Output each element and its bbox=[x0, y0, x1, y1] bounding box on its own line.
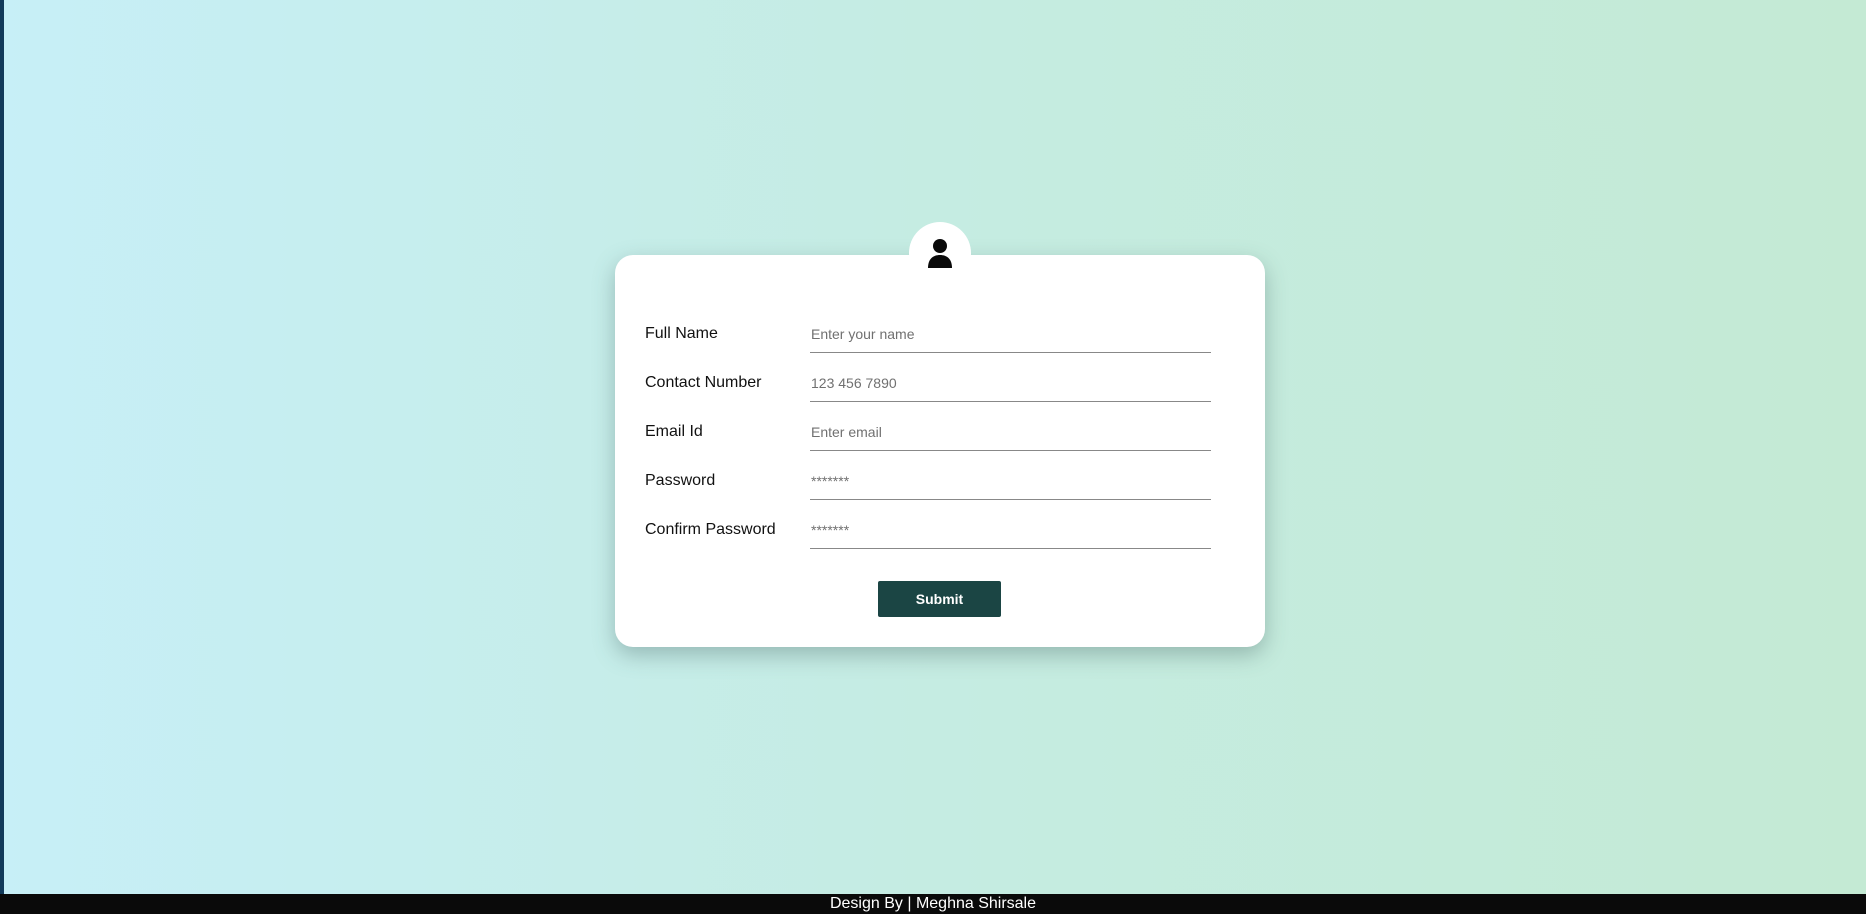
contact-number-input[interactable] bbox=[810, 364, 1211, 402]
password-label: Password bbox=[645, 472, 716, 489]
left-edge-strip bbox=[0, 0, 4, 914]
registration-form: Full Name Contact Number Email Id Passwo… bbox=[645, 315, 1211, 560]
confirm-password-row: Confirm Password bbox=[645, 511, 1211, 560]
confirm-password-label: Confirm Password bbox=[645, 521, 776, 538]
email-input[interactable] bbox=[810, 413, 1211, 451]
contact-number-row: Contact Number bbox=[645, 364, 1211, 413]
footer: Design By | Meghna Shirsale bbox=[0, 894, 1866, 914]
contact-number-label: Contact Number bbox=[645, 374, 762, 391]
full-name-label: Full Name bbox=[645, 325, 718, 342]
email-row: Email Id bbox=[645, 413, 1211, 462]
password-input[interactable] bbox=[810, 462, 1211, 500]
full-name-input[interactable] bbox=[810, 315, 1211, 353]
registration-card: Full Name Contact Number Email Id Passwo… bbox=[615, 222, 1265, 647]
full-name-row: Full Name bbox=[645, 315, 1211, 364]
user-icon bbox=[928, 239, 952, 268]
avatar bbox=[909, 222, 971, 284]
email-label: Email Id bbox=[645, 423, 703, 440]
password-row: Password bbox=[645, 462, 1211, 511]
submit-button[interactable]: Submit bbox=[878, 581, 1001, 617]
footer-credit: Design By | Meghna Shirsale bbox=[829, 895, 1037, 912]
confirm-password-input[interactable] bbox=[810, 511, 1211, 549]
